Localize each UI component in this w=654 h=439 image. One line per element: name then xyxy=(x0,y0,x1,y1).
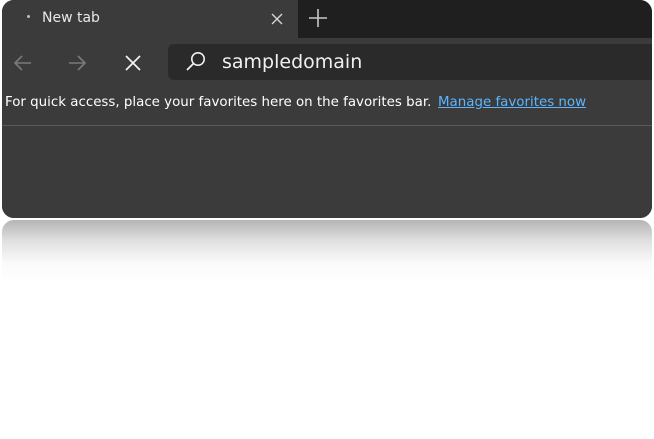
manage-favorites-link[interactable]: Manage favorites now xyxy=(438,95,586,111)
window-reflection xyxy=(2,220,652,282)
new-tab-button[interactable] xyxy=(306,6,330,30)
page-content xyxy=(2,126,652,218)
address-bar[interactable] xyxy=(168,44,652,80)
favorites-bar: For quick access, place your favorites h… xyxy=(2,86,652,126)
stop-button[interactable] xyxy=(120,50,146,76)
address-input[interactable] xyxy=(222,50,642,74)
tab-new-tab[interactable]: New tab xyxy=(2,0,298,38)
back-button[interactable] xyxy=(10,50,36,76)
search-icon xyxy=(186,52,205,71)
tab-favicon-icon xyxy=(27,15,30,18)
navigation-toolbar xyxy=(2,38,652,86)
close-icon[interactable] xyxy=(268,10,286,28)
browser-window: New tab sampledomain For quick access, p… xyxy=(2,0,652,218)
tab-title: New tab xyxy=(42,10,100,26)
screenshot-stage: New tab sampledomain For quick access, p… xyxy=(0,0,654,439)
tab-strip: New tab xyxy=(2,0,652,38)
favorites-bar-message: For quick access, place your favorites h… xyxy=(5,95,432,110)
forward-button[interactable] xyxy=(64,50,90,76)
